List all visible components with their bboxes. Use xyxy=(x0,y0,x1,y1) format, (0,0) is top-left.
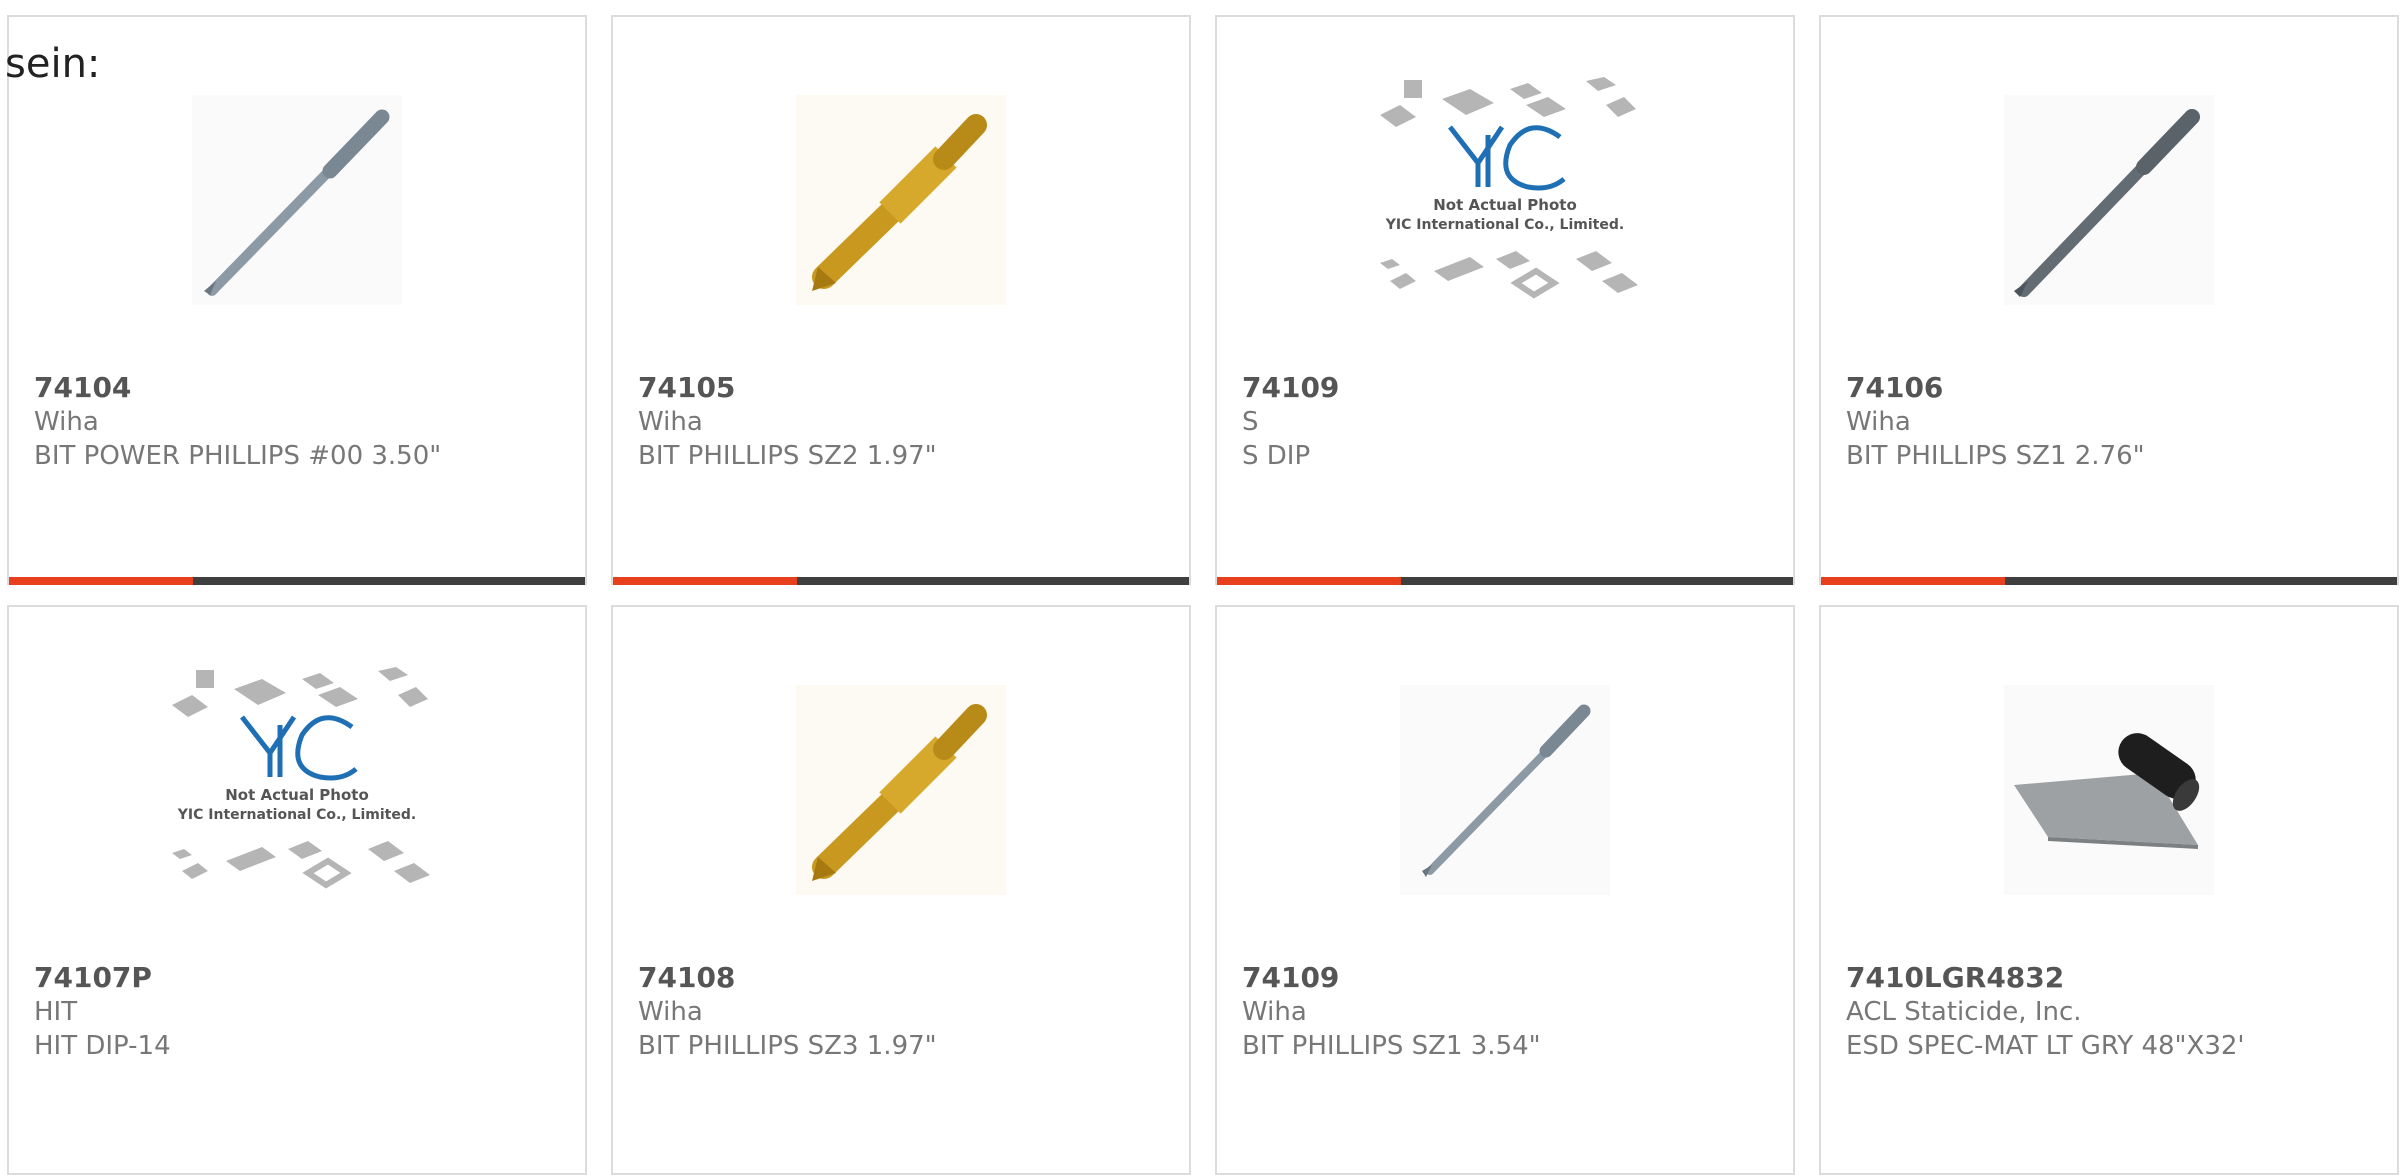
manufacturer: ACL Staticide, Inc. xyxy=(1846,997,2082,1027)
product-image[interactable] xyxy=(613,95,1189,305)
gold-bit-icon xyxy=(796,95,1006,305)
progress-bar xyxy=(613,577,1189,585)
product-image[interactable] xyxy=(1821,95,2397,305)
description: BIT PHILLIPS SZ3 1.97" xyxy=(638,1031,937,1061)
product-image[interactable] xyxy=(613,685,1189,895)
progress-bar xyxy=(1821,577,2397,585)
description: BIT POWER PHILLIPS #00 3.50" xyxy=(34,441,442,471)
placeholder-line2: YIC International Co., Limited. xyxy=(1385,217,1624,233)
manufacturer: Wiha xyxy=(1846,407,1911,437)
part-number[interactable]: 74108 xyxy=(638,961,1169,995)
progress-bar xyxy=(1217,577,1793,585)
manufacturer: Wiha xyxy=(638,407,703,437)
gold-bit-icon xyxy=(796,685,1006,895)
esd-mat-icon xyxy=(2004,685,2214,895)
product-card[interactable]: 74109 Wiha BIT PHILLIPS SZ1 3.54" xyxy=(1215,605,1795,1175)
manufacturer: Wiha xyxy=(34,407,99,437)
description: BIT PHILLIPS SZ1 3.54" xyxy=(1242,1031,1541,1061)
part-number[interactable]: 7410LGR4832 xyxy=(1846,961,2377,995)
description: BIT PHILLIPS SZ2 1.97" xyxy=(638,441,937,471)
product-image[interactable] xyxy=(1821,685,2397,895)
progress-fill xyxy=(9,577,194,585)
part-number[interactable]: 74105 xyxy=(638,371,1169,405)
product-card[interactable]: Not Actual Photo YIC International Co., … xyxy=(7,605,587,1175)
part-number[interactable]: 74104 xyxy=(34,371,565,405)
description: BIT PHILLIPS SZ1 2.76" xyxy=(1846,441,2145,471)
progress-bar xyxy=(9,577,585,585)
placeholder-line2: YIC International Co., Limited. xyxy=(177,807,416,823)
part-number[interactable]: 74109 xyxy=(1242,961,1773,995)
description: S DIP xyxy=(1242,441,1311,471)
progress-fill xyxy=(1217,577,1402,585)
gray-bit-icon xyxy=(1400,685,1610,895)
description: ESD SPEC-MAT LT GRY 48"X32' xyxy=(1846,1031,2245,1061)
manufacturer: HIT xyxy=(34,997,78,1027)
product-card[interactable]: 74105 Wiha BIT PHILLIPS SZ2 1.97" xyxy=(611,15,1191,585)
yic-placeholder-icon: Not Actual Photo YIC International Co., … xyxy=(1380,77,1638,299)
progress-fill xyxy=(613,577,798,585)
manufacturer: Wiha xyxy=(1242,997,1307,1027)
description: HIT DIP-14 xyxy=(34,1031,171,1061)
product-image[interactable]: Not Actual Photo YIC International Co., … xyxy=(9,667,585,895)
product-image[interactable] xyxy=(9,95,585,305)
part-number[interactable]: 74107P xyxy=(34,961,565,995)
manufacturer: Wiha xyxy=(638,997,703,1027)
product-grid-page: { "page": { "heading_fragment": "sein:" … xyxy=(0,0,2400,1175)
product-card[interactable]: 74108 Wiha BIT PHILLIPS SZ3 1.97" xyxy=(611,605,1191,1175)
manufacturer: S xyxy=(1242,407,1259,437)
product-image[interactable]: Not Actual Photo YIC International Co., … xyxy=(1217,77,1793,305)
gray-bit-icon xyxy=(192,95,402,305)
dark-bit-icon xyxy=(2004,95,2214,305)
part-number[interactable]: 74106 xyxy=(1846,371,2377,405)
placeholder-line1: Not Actual Photo xyxy=(1433,196,1577,214)
product-card[interactable]: 74104 Wiha BIT POWER PHILLIPS #00 3.50" xyxy=(7,15,587,585)
product-image[interactable] xyxy=(1217,685,1793,895)
part-number[interactable]: 74109 xyxy=(1242,371,1773,405)
progress-fill xyxy=(1821,577,2006,585)
heading-fragment: sein: xyxy=(5,41,101,87)
product-card[interactable]: Not Actual Photo YIC International Co., … xyxy=(1215,15,1795,585)
product-card[interactable]: 7410LGR4832 ACL Staticide, Inc. ESD SPEC… xyxy=(1819,605,2399,1175)
product-card[interactable]: 74106 Wiha BIT PHILLIPS SZ1 2.76" xyxy=(1819,15,2399,585)
yic-placeholder-icon: Not Actual Photo YIC International Co., … xyxy=(172,667,430,889)
placeholder-line1: Not Actual Photo xyxy=(225,786,369,804)
